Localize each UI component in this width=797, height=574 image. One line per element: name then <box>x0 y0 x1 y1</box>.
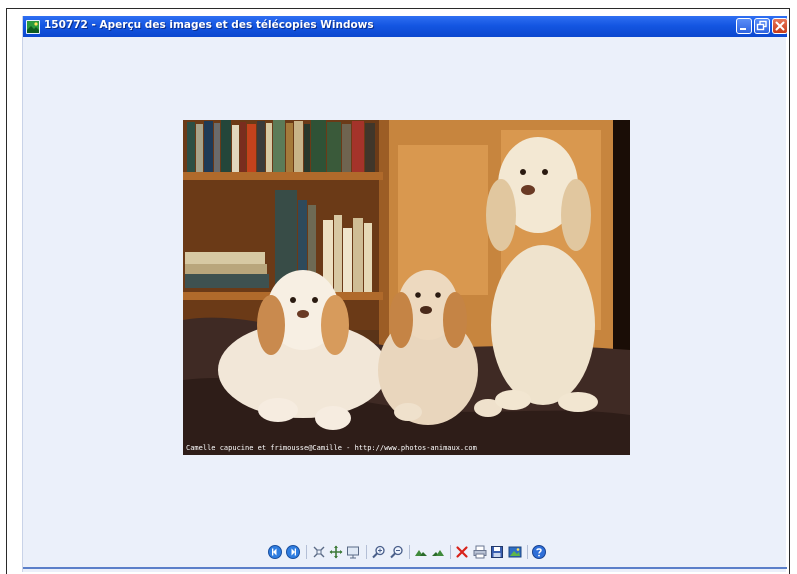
zoom-in-icon <box>372 545 385 559</box>
restore-icon <box>756 20 767 31</box>
toolbar-separator <box>366 545 367 559</box>
close-and-open-button[interactable] <box>507 544 523 560</box>
zoom-out-icon <box>390 545 403 559</box>
zoom-out-button[interactable] <box>389 544 405 560</box>
rotate-counterclockwise-icon <box>432 550 444 556</box>
delete-button[interactable] <box>454 544 470 560</box>
restore-button[interactable] <box>754 18 770 34</box>
app-icon <box>26 19 40 34</box>
delete-icon <box>456 546 468 558</box>
slideshow-button[interactable] <box>345 544 361 560</box>
open-with-icon <box>508 546 522 558</box>
print-icon <box>473 545 487 559</box>
best-fit-icon <box>313 546 325 558</box>
displayed-photo: Camelle capucine et frimousse@Camille - … <box>183 120 630 455</box>
window-title: 150772 - Aperçu des images et des téléco… <box>44 19 374 31</box>
toolbar-separator <box>409 545 410 559</box>
close-icon <box>775 21 785 31</box>
previous-image-button[interactable] <box>267 544 283 560</box>
slideshow-icon <box>347 546 359 559</box>
print-button[interactable] <box>472 544 488 560</box>
photo-viewer-window: 150772 - Aperçu des images et des téléco… <box>22 16 788 572</box>
photo-caption: Camelle capucine et frimousse@Camille - … <box>186 444 477 452</box>
close-button[interactable] <box>772 18 788 34</box>
best-fit-button[interactable] <box>311 544 327 560</box>
dogs-photo-illustration <box>183 120 630 455</box>
rotate-counterclockwise-button[interactable] <box>430 544 446 560</box>
viewer-toolbar <box>23 544 787 562</box>
toolbar-separator <box>450 545 451 559</box>
save-icon <box>491 546 503 558</box>
zoom-in-button[interactable] <box>371 544 387 560</box>
toolbar-separator <box>306 545 307 559</box>
rotate-clockwise-button[interactable] <box>413 544 429 560</box>
actual-size-icon <box>329 545 343 559</box>
title-bar[interactable]: 150772 - Aperçu des images et des téléco… <box>23 16 788 37</box>
rotate-clockwise-icon <box>415 550 427 556</box>
save-copy-button[interactable] <box>489 544 505 560</box>
help-button[interactable] <box>531 544 547 560</box>
actual-size-button[interactable] <box>328 544 344 560</box>
help-icon <box>532 545 546 559</box>
next-image-button[interactable] <box>285 544 301 560</box>
previous-icon <box>268 545 282 559</box>
minimize-icon <box>740 28 746 30</box>
next-icon <box>286 545 300 559</box>
window-bottom-border <box>23 567 787 569</box>
toolbar-separator <box>527 545 528 559</box>
minimize-button[interactable] <box>736 18 752 34</box>
